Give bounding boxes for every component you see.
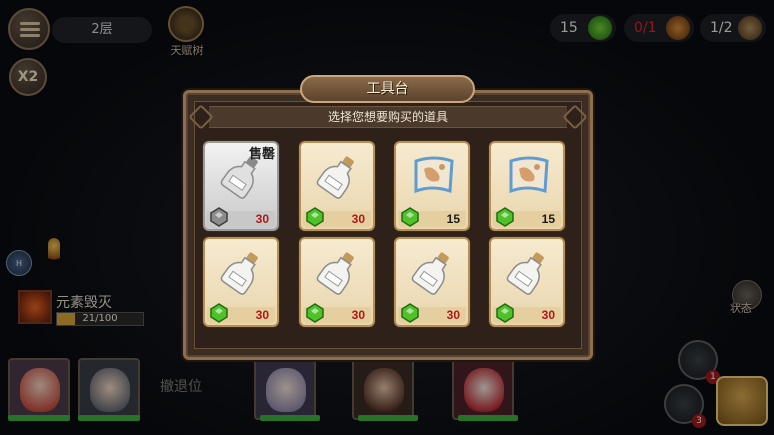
green-gem-icon xyxy=(401,303,419,323)
item-price: 30 xyxy=(255,212,269,226)
green-gem-icon xyxy=(210,303,228,323)
sold-out-label: 售罄 xyxy=(248,147,275,162)
green-gem-icon xyxy=(401,207,419,227)
green-gem-icon xyxy=(306,303,324,323)
item-price: 30 xyxy=(351,308,365,322)
empty-bottle-icon xyxy=(316,156,354,199)
shop-subtitle: 选择您想要购买的道具 xyxy=(209,106,567,128)
item-price: 30 xyxy=(446,308,460,322)
shop-item-card[interactable]: 30 xyxy=(489,237,565,327)
shop-item-card[interactable]: 15 xyxy=(394,141,470,231)
shop-title: 工具台 xyxy=(300,75,475,103)
shop-item-card[interactable]: 30 xyxy=(299,141,375,231)
item-price: 30 xyxy=(541,308,555,322)
item-price: 30 xyxy=(255,308,269,322)
green-gem-icon xyxy=(496,207,514,227)
empty-bottle-icon xyxy=(506,252,544,295)
empty-bottle-icon xyxy=(411,252,449,295)
item-price: 30 xyxy=(351,212,365,226)
shop-item-card[interactable]: 15 xyxy=(489,141,565,231)
shop-item-grid: 30 售罄 30 15 15 30 30 30 30 xyxy=(203,141,573,333)
green-gem-icon xyxy=(210,207,228,227)
shop-item-card[interactable]: 30 xyxy=(203,237,279,327)
map-scroll-icon xyxy=(509,156,549,194)
item-price: 15 xyxy=(446,212,460,226)
green-gem-icon xyxy=(496,303,514,323)
empty-bottle-icon xyxy=(220,252,258,295)
empty-bottle-icon xyxy=(316,252,354,295)
shop-item-card[interactable]: 30 xyxy=(394,237,470,327)
map-scroll-icon xyxy=(414,156,454,194)
shop-item-card[interactable]: 30 售罄 xyxy=(203,141,279,231)
green-gem-icon xyxy=(306,207,324,227)
item-price: 15 xyxy=(541,212,555,226)
shop-item-card[interactable]: 30 xyxy=(299,237,375,327)
